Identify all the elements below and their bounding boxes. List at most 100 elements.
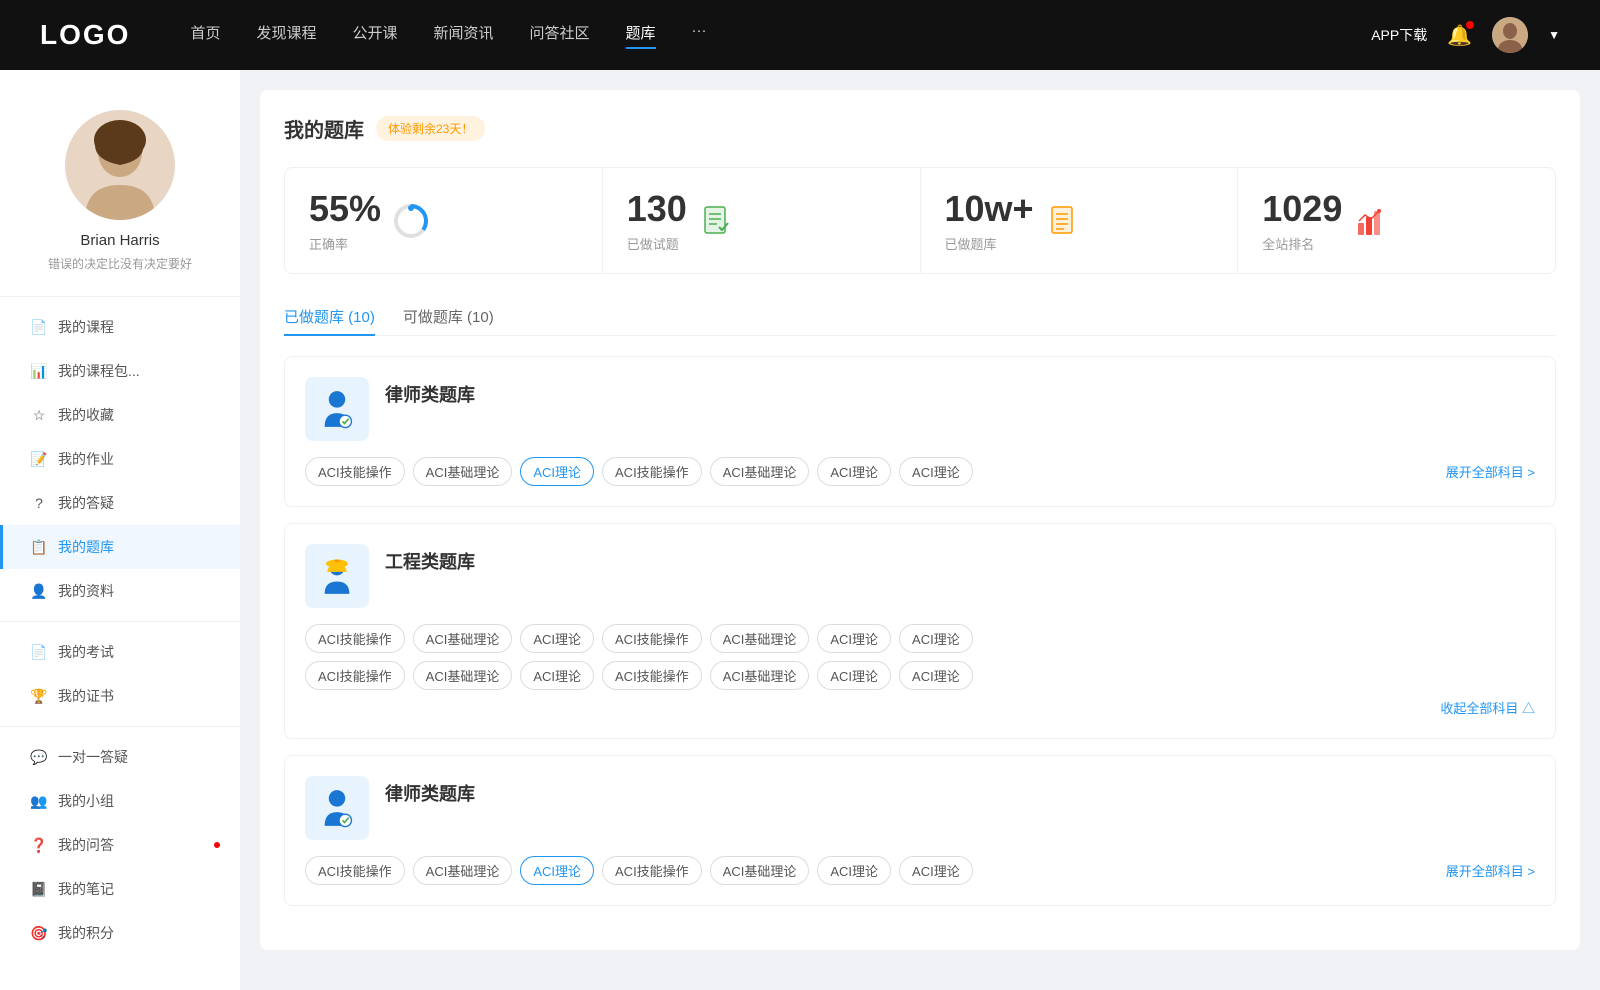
tag-2-2-6[interactable]: ACI理论 xyxy=(817,661,891,690)
tag-1-3[interactable]: ACI理论 xyxy=(520,457,594,486)
certificate-icon: 🏆 xyxy=(30,687,48,705)
sidebar-item-mycourse[interactable]: 📄 我的课程 xyxy=(0,305,240,349)
app-download-button[interactable]: APP下载 xyxy=(1371,25,1427,45)
tag-2-2-1[interactable]: ACI技能操作 xyxy=(305,661,405,690)
tag-2-1-7[interactable]: ACI理论 xyxy=(899,624,973,653)
user-avatar-nav[interactable] xyxy=(1492,17,1528,53)
sidebar-item-groups[interactable]: 👥 我的小组 xyxy=(0,779,240,823)
profile-icon: 👤 xyxy=(30,582,48,600)
tag-2-1-2[interactable]: ACI基础理论 xyxy=(413,624,513,653)
bank-card-2-tags-row1: ACI技能操作 ACI基础理论 ACI理论 ACI技能操作 ACI基础理论 AC… xyxy=(305,624,1535,653)
page-header: 我的题库 体验剩余23天！ xyxy=(284,114,1556,143)
bank-card-1-title: 律师类题库 xyxy=(385,377,475,407)
content-box: 我的题库 体验剩余23天！ 55% 正确率 xyxy=(260,90,1580,950)
tag-3-4[interactable]: ACI技能操作 xyxy=(602,856,702,885)
sidebar-item-coursepackage[interactable]: 📊 我的课程包... xyxy=(0,349,240,393)
sidebar-item-exam[interactable]: 📄 我的考试 xyxy=(0,630,240,674)
sidebar-divider-3 xyxy=(0,726,240,727)
tag-1-4[interactable]: ACI技能操作 xyxy=(602,457,702,486)
tag-2-2-7[interactable]: ACI理论 xyxy=(899,661,973,690)
tag-3-1[interactable]: ACI技能操作 xyxy=(305,856,405,885)
done-questions-label: 已做试题 xyxy=(627,234,687,253)
notification-dot xyxy=(1466,21,1474,29)
sidebar-item-my-qa[interactable]: ❓ 我的问答 xyxy=(0,823,240,867)
bank-title-lawyer-3: 律师类题库 xyxy=(385,776,475,806)
done-banks-number: 10w+ xyxy=(945,188,1034,230)
bank-title-lawyer-1: 律师类题库 xyxy=(385,377,475,407)
points-icon: 🎯 xyxy=(30,924,48,942)
expand-btn-3[interactable]: 展开全部科目 > xyxy=(1446,861,1535,880)
sidebar-item-homework[interactable]: 📝 我的作业 xyxy=(0,437,240,481)
tag-2-2-4[interactable]: ACI技能操作 xyxy=(602,661,702,690)
stat-accuracy: 55% 正确率 xyxy=(285,168,603,273)
nav-questionbank[interactable]: 题库 xyxy=(626,22,656,49)
page-title: 我的题库 xyxy=(284,114,364,143)
sidebar-item-favorites[interactable]: ☆ 我的收藏 xyxy=(0,393,240,437)
collapse-btn-2[interactable]: 收起全部科目 △ xyxy=(1440,701,1535,716)
tag-1-6[interactable]: ACI理论 xyxy=(817,457,891,486)
bank-card-2: 工程类题库 ACI技能操作 ACI基础理论 ACI理论 ACI技能操作 ACI基… xyxy=(284,523,1556,739)
questionbank-icon: 📋 xyxy=(30,538,48,556)
tag-3-5[interactable]: ACI基础理论 xyxy=(710,856,810,885)
sidebar-item-notes[interactable]: 📓 我的笔记 xyxy=(0,867,240,911)
sidebar-item-profile[interactable]: 👤 我的资料 xyxy=(0,569,240,613)
tab-done[interactable]: 已做题库 (10) xyxy=(284,298,375,335)
tag-2-1-1[interactable]: ACI技能操作 xyxy=(305,624,405,653)
tag-2-1-6[interactable]: ACI理论 xyxy=(817,624,891,653)
bank-card-1: 律师类题库 ACI技能操作 ACI基础理论 ACI理论 ACI技能操作 ACI基… xyxy=(284,356,1556,507)
tag-2-2-2[interactable]: ACI基础理论 xyxy=(413,661,513,690)
nav-open-course[interactable]: 公开课 xyxy=(352,22,397,49)
nav-qa[interactable]: 问答社区 xyxy=(530,22,590,49)
sidebar-label-points: 我的积分 xyxy=(58,923,114,943)
user-name: Brian Harris xyxy=(20,232,220,249)
tag-2-1-4[interactable]: ACI技能操作 xyxy=(602,624,702,653)
accuracy-icon xyxy=(393,203,429,239)
notification-bell[interactable]: 🔔 xyxy=(1447,23,1472,48)
favorites-icon: ☆ xyxy=(30,406,48,424)
stat-done-banks: 10w+ 已做题库 xyxy=(921,168,1239,273)
nav-more[interactable]: ··· xyxy=(692,22,707,49)
bank-card-2-title: 工程类题库 xyxy=(385,544,475,574)
tag-1-2[interactable]: ACI基础理论 xyxy=(413,457,513,486)
main-content: 我的题库 体验剩余23天！ 55% 正确率 xyxy=(240,70,1600,990)
sidebar-item-certificate[interactable]: 🏆 我的证书 xyxy=(0,674,240,718)
sidebar-item-questions[interactable]: ? 我的答疑 xyxy=(0,481,240,525)
course-icon: 📄 xyxy=(30,318,48,336)
stat-ranking-text: 1029 全站排名 xyxy=(1262,188,1342,253)
nav-home[interactable]: 首页 xyxy=(190,22,220,49)
stat-done-questions-text: 130 已做试题 xyxy=(627,188,687,253)
stat-accuracy-text: 55% 正确率 xyxy=(309,188,381,253)
tab-available[interactable]: 可做题库 (10) xyxy=(403,298,494,335)
nav-discover[interactable]: 发现课程 xyxy=(256,22,316,49)
sidebar-item-tutoring[interactable]: 💬 一对一答疑 xyxy=(0,735,240,779)
accuracy-label: 正确率 xyxy=(309,234,381,253)
homework-icon: 📝 xyxy=(30,450,48,468)
user-menu-chevron[interactable]: ▼ xyxy=(1548,28,1560,42)
expand-btn-1[interactable]: 展开全部科目 > xyxy=(1446,462,1535,481)
tag-3-6[interactable]: ACI理论 xyxy=(817,856,891,885)
tag-1-1[interactable]: ACI技能操作 xyxy=(305,457,405,486)
nav-news[interactable]: 新闻资讯 xyxy=(434,22,494,49)
accuracy-number: 55% xyxy=(309,188,381,230)
sidebar-label-exam: 我的考试 xyxy=(58,642,114,662)
tag-3-7[interactable]: ACI理论 xyxy=(899,856,973,885)
tag-1-5[interactable]: ACI基础理论 xyxy=(710,457,810,486)
trial-badge: 体验剩余23天！ xyxy=(376,116,485,141)
bank-icon-lawyer-1 xyxy=(305,377,369,441)
stats-row: 55% 正确率 130 已做试题 xyxy=(284,167,1556,274)
tag-3-3[interactable]: ACI理论 xyxy=(520,856,594,885)
tag-2-2-5[interactable]: ACI基础理论 xyxy=(710,661,810,690)
sidebar-label-my-qa: 我的问答 xyxy=(58,835,114,855)
tag-1-7[interactable]: ACI理论 xyxy=(899,457,973,486)
profile-section: Brian Harris 错误的决定比没有决定要好 xyxy=(0,90,240,288)
tag-2-1-3[interactable]: ACI理论 xyxy=(520,624,594,653)
tabs: 已做题库 (10) 可做题库 (10) xyxy=(284,298,1556,336)
user-motto: 错误的决定比没有决定要好 xyxy=(20,255,220,272)
sidebar-label-favorites: 我的收藏 xyxy=(58,405,114,425)
sidebar-item-points[interactable]: 🎯 我的积分 xyxy=(0,911,240,955)
tag-3-2[interactable]: ACI基础理论 xyxy=(413,856,513,885)
tag-2-2-3[interactable]: ACI理论 xyxy=(520,661,594,690)
tag-2-1-5[interactable]: ACI基础理论 xyxy=(710,624,810,653)
sidebar-item-questionbank[interactable]: 📋 我的题库 xyxy=(0,525,240,569)
bank-card-3: 律师类题库 ACI技能操作 ACI基础理论 ACI理论 ACI技能操作 ACI基… xyxy=(284,755,1556,906)
